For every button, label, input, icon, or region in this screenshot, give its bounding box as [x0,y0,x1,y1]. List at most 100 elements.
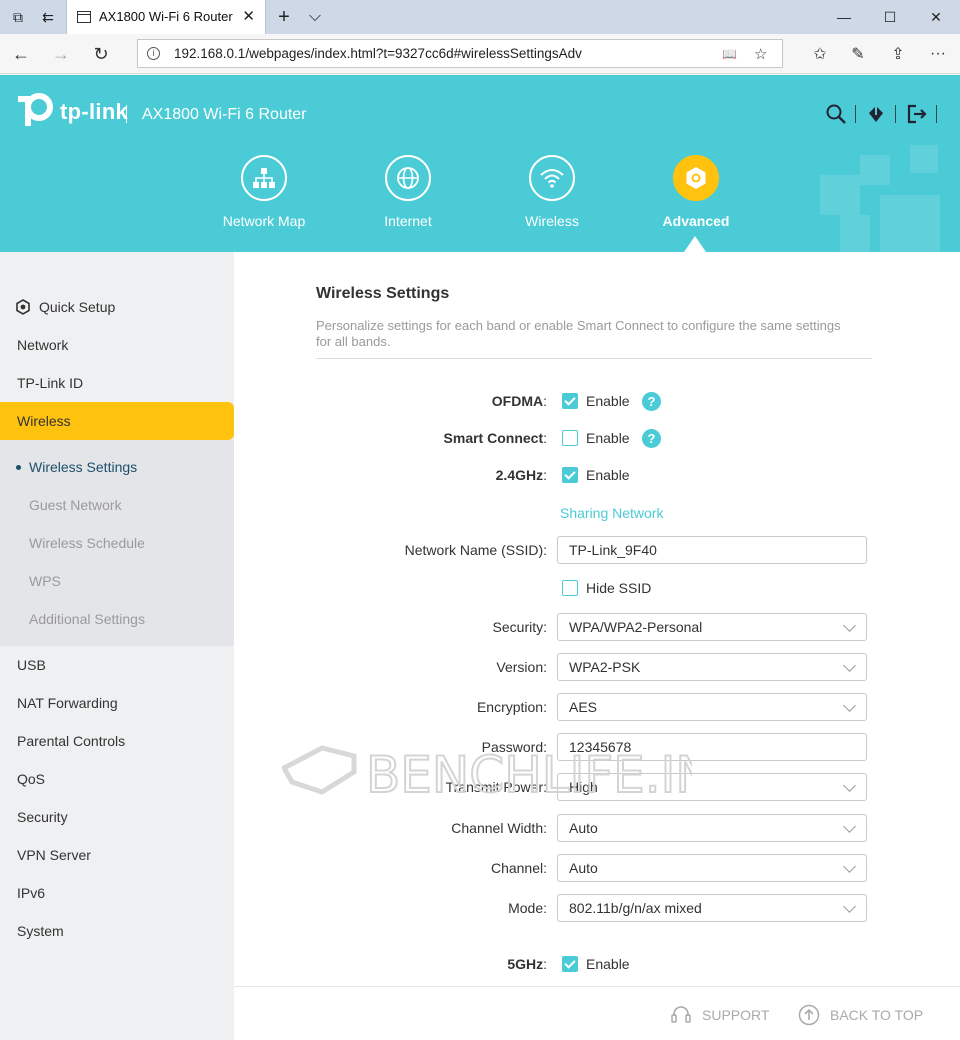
hide-ssid-checkbox[interactable] [562,580,578,596]
tab-list-icon[interactable]: ⌵ [305,7,325,27]
refresh-button[interactable]: ↻ [88,42,114,66]
sidebar-item-security[interactable]: Security [0,798,234,836]
gear-icon [673,155,719,201]
security-label: Security: [492,619,547,635]
sidebar-item-parental-controls[interactable]: Parental Controls [0,722,234,760]
url-field[interactable]: i 192.168.0.1/webpages/index.html?t=9327… [137,39,783,68]
select-value: Auto [569,860,598,876]
smart-connect-checkbox[interactable] [562,430,578,446]
encryption-label: Encryption: [476,699,547,715]
divider [126,105,127,123]
header-pattern [820,175,860,215]
sidebar-subitem-label: WPS [29,573,61,589]
network-map-icon [241,155,287,201]
sidebar-item-quick-setup[interactable]: Quick Setup [0,288,234,326]
sidebar-subitem-wps[interactable]: WPS [0,562,234,600]
smart-connect-help-icon[interactable]: ? [642,429,661,448]
sidebar-item-vpn-server[interactable]: VPN Server [0,836,234,874]
close-window-button[interactable]: ✕ [921,6,951,28]
version-select[interactable]: WPA2-PSK [557,653,867,681]
sidebar-subitem-wireless-settings[interactable]: Wireless Settings [0,448,234,486]
password-input[interactable]: 12345678 [557,733,867,761]
sidebar-item-tp-link-id[interactable]: TP-Link ID [0,364,234,402]
version-label: Version: [496,659,547,675]
tab-close-icon[interactable]: ✕ [242,7,255,25]
more-icon[interactable]: ··· [926,43,950,65]
notes-pen-icon[interactable]: ✎ [846,43,870,65]
back-button[interactable]: ← [8,42,34,66]
sidebar-item-nat-forwarding[interactable]: NAT Forwarding [0,684,234,722]
mode-select[interactable]: 802.11b/g/n/ax mixed [557,894,867,922]
ofdma-enable-label: Enable [586,393,630,409]
headset-icon [671,1006,691,1023]
share-icon[interactable]: ⇪ [886,43,910,65]
forward-button[interactable]: → [48,42,74,66]
smart-connect-enable-label: Enable [586,430,630,446]
search-icon[interactable] [824,102,848,126]
password-label: Password: [481,739,547,755]
nav-advanced[interactable]: Advanced [646,155,746,229]
nav-network-map[interactable]: Network Map [214,155,314,229]
page-title: Wireless Settings [316,285,450,302]
sidebar-subitem-additional-settings[interactable]: Additional Settings [0,600,234,638]
browser-tab[interactable]: AX1800 Wi-Fi 6 Router ✕ [66,0,266,34]
sidebar-item-usb[interactable]: USB [0,646,234,684]
ofdma-help-icon[interactable]: ? [642,392,661,411]
sidebar-item-ipv6[interactable]: IPv6 [0,874,234,912]
sidebar-subitem-wireless-schedule[interactable]: Wireless Schedule [0,524,234,562]
sidebar-item-label: QoS [17,771,46,787]
ssid-input[interactable]: TP-Link_9F40 [557,536,867,564]
reading-view-icon[interactable]: 📖 [722,47,737,61]
sidebar-item-label: Quick Setup [39,299,116,315]
new-tab-icon[interactable]: + [274,6,294,28]
favorites-icon[interactable]: ✩ [808,43,832,65]
chevron-down-icon [843,860,856,873]
sidebar-subitem-label: Wireless Settings [29,459,138,475]
sidebar-item-label: IPv6 [17,885,46,901]
chevron-down-icon [843,779,856,792]
channel-width-select[interactable]: Auto [557,814,867,842]
band-24ghz-enable-label: Enable [586,467,630,483]
set-aside-tabs-icon[interactable]: ⇇ [38,7,58,27]
sidebar-item-system[interactable]: System [0,912,234,950]
active-bullet [16,465,21,470]
sharing-network-link[interactable]: Sharing Network [560,505,664,521]
chevron-down-icon [843,699,856,712]
security-select[interactable]: WPA/WPA2-Personal [557,613,867,641]
logout-icon[interactable] [905,102,929,126]
sidebar-item-label: Parental Controls [17,733,126,749]
band-24ghz-checkbox[interactable] [562,467,578,483]
router-header: tp-link AX1800 Wi-Fi 6 Router Network Ma… [0,75,960,252]
address-bar: ← → ↻ i 192.168.0.1/webpages/index.html?… [0,34,960,74]
minimize-button[interactable]: — [829,6,859,28]
maximize-button[interactable]: ☐ [875,6,905,28]
sidebar-item-qos[interactable]: QoS [0,760,234,798]
nav-wireless[interactable]: Wireless [502,155,602,229]
support-label: SUPPORT [702,1007,770,1023]
sidebar-item-label: Network [17,337,69,353]
divider [316,358,872,359]
nav-internet[interactable]: Internet [358,155,458,229]
channel-select[interactable]: Auto [557,854,867,882]
site-info-icon[interactable]: i [147,47,160,60]
favorite-star-icon[interactable]: ☆ [754,45,767,63]
channel-label: Channel: [490,860,547,876]
sidebar-item-network[interactable]: Network [0,326,234,364]
chevron-down-icon [843,900,856,913]
ofdma-checkbox[interactable] [562,393,578,409]
download-icon[interactable] [864,102,888,126]
page-description: Personalize settings for each band or en… [316,318,841,349]
sidebar-item-wireless[interactable]: Wireless [0,402,234,440]
hide-ssid-label: Hide SSID [586,580,652,596]
support-link[interactable]: SUPPORT [670,1004,769,1026]
chevron-down-icon [843,659,856,672]
band-5ghz-checkbox[interactable] [562,956,578,972]
tab-actions-icon[interactable]: ⧉ [8,7,28,27]
back-to-top-link[interactable]: BACK TO TOP [798,1004,923,1026]
content-panel: Wireless Settings Personalize settings f… [234,252,960,986]
sidebar-item-label: System [17,923,64,939]
encryption-select[interactable]: AES [557,693,867,721]
sidebar-subitem-guest-network[interactable]: Guest Network [0,486,234,524]
transmit-power-select[interactable]: High [557,773,867,801]
sidebar-item-label: Security [17,809,68,825]
